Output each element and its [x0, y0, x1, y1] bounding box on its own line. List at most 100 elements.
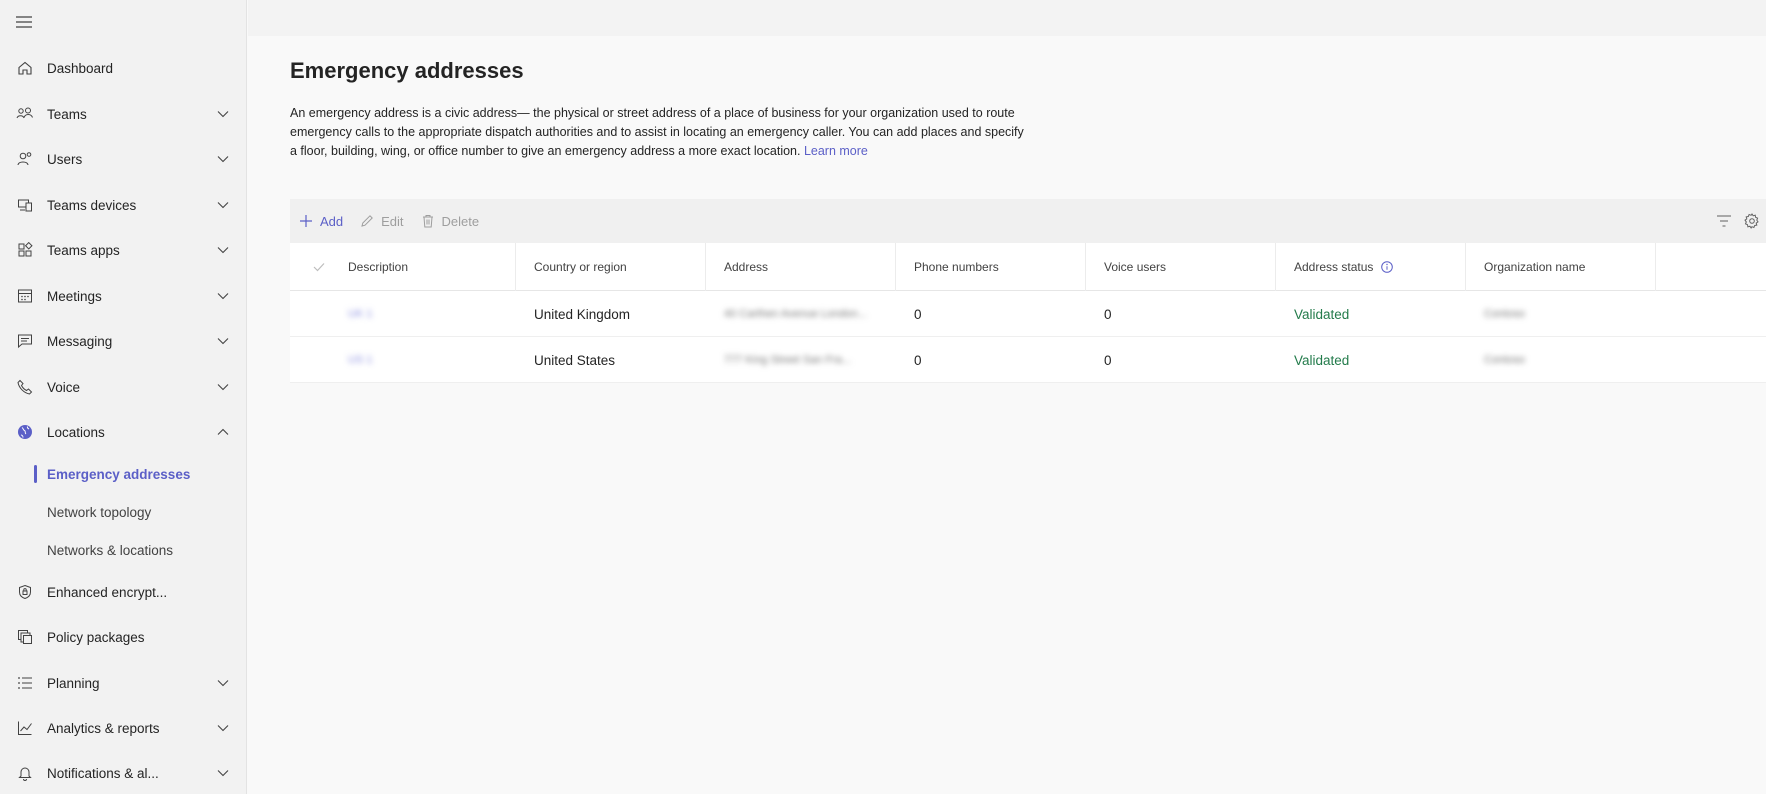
nav-label: Teams apps	[47, 242, 120, 258]
chart-icon	[16, 719, 34, 737]
page-description: An emergency address is a civic address—…	[290, 104, 1030, 161]
nav-voice[interactable]: Voice	[0, 369, 246, 405]
row-country: United States	[534, 352, 616, 368]
nav-teams-devices[interactable]: Teams devices	[0, 187, 246, 223]
column-country[interactable]: Country or region	[516, 243, 706, 291]
devices-icon	[16, 196, 34, 214]
trash-icon	[420, 213, 436, 229]
chevron-down-icon[interactable]	[217, 381, 229, 393]
chat-icon	[16, 332, 34, 350]
teams-icon	[16, 105, 34, 123]
nav-sub-label: Networks & locations	[47, 542, 174, 558]
nav-label: Policy packages	[47, 629, 145, 645]
filter-icon[interactable]	[1710, 207, 1738, 235]
edit-button[interactable]: Edit	[351, 199, 411, 243]
edit-label: Edit	[381, 213, 404, 229]
top-bar	[248, 0, 1766, 36]
gear-icon[interactable]	[1738, 207, 1766, 235]
bell-icon	[16, 764, 34, 782]
row-address: 40 Carthen Avenue London...	[706, 291, 876, 337]
column-phone-numbers[interactable]: Phone numbers	[896, 243, 1086, 291]
nav-notifications-alerts[interactable]: Notifications & al...	[0, 755, 246, 791]
chevron-down-icon[interactable]	[217, 722, 229, 734]
chevron-up-icon[interactable]	[217, 426, 229, 438]
column-description[interactable]: Description	[330, 243, 516, 291]
nav-networks-locations[interactable]: Networks & locations	[0, 535, 246, 565]
row-phone-numbers: 0	[914, 306, 922, 322]
description-link[interactable]: UK 1	[348, 308, 372, 320]
chevron-down-icon[interactable]	[217, 244, 229, 256]
emergency-addresses-table: Description Country or region Address Ph…	[290, 243, 1766, 383]
row-status-badge: Validated	[1294, 352, 1350, 368]
nav-label: Teams devices	[47, 197, 137, 213]
nav-messaging[interactable]: Messaging	[0, 323, 246, 359]
nav-teams-apps[interactable]: Teams apps	[0, 232, 246, 268]
users-icon	[16, 150, 34, 168]
nav-dashboard[interactable]: Dashboard	[0, 50, 246, 86]
chevron-down-icon[interactable]	[217, 199, 229, 211]
chevron-down-icon[interactable]	[217, 335, 229, 347]
nav-users[interactable]: Users	[0, 141, 246, 177]
row-voice-users: 0	[1104, 352, 1112, 368]
nav-enhanced-encryption[interactable]: Enhanced encrypt...	[0, 574, 246, 610]
left-navigation: Dashboard Teams Users Teams devices Team…	[0, 0, 247, 794]
chevron-down-icon[interactable]	[217, 677, 229, 689]
nav-meetings[interactable]: Meetings	[0, 278, 246, 314]
organization-text: Contoso	[1484, 308, 1525, 320]
nav-analytics-reports[interactable]: Analytics & reports	[0, 710, 246, 746]
add-button[interactable]: Add	[290, 199, 351, 243]
main-content: Emergency addresses An emergency address…	[248, 36, 1766, 794]
admin-center-app: Dashboard Teams Users Teams devices Team…	[0, 0, 1766, 794]
address-text: 40 Carthen Avenue London...	[724, 308, 867, 320]
nav-label: Voice	[47, 379, 81, 395]
chevron-down-icon[interactable]	[217, 767, 229, 779]
table-header: Description Country or region Address Ph…	[290, 243, 1766, 291]
delete-button[interactable]: Delete	[412, 199, 488, 243]
nav-planning[interactable]: Planning	[0, 665, 246, 701]
nav-sub-label: Network topology	[47, 504, 152, 520]
row-description[interactable]: US 1	[330, 337, 516, 383]
nav-label: Locations	[47, 424, 105, 440]
delete-label: Delete	[441, 213, 480, 229]
column-address-status[interactable]: Address status	[1276, 243, 1466, 291]
nav-label: Planning	[47, 675, 100, 691]
nav-label: Dashboard	[47, 60, 114, 76]
row-phone-numbers: 0	[914, 352, 922, 368]
add-label: Add	[320, 213, 344, 229]
nav-label: Analytics & reports	[47, 720, 160, 736]
learn-more-link[interactable]: Learn more	[804, 144, 868, 158]
column-address[interactable]: Address	[706, 243, 896, 291]
nav-label: Enhanced encrypt...	[47, 584, 168, 600]
column-organization-name[interactable]: Organization name	[1466, 243, 1656, 291]
chevron-down-icon[interactable]	[217, 108, 229, 120]
column-voice-users[interactable]: Voice users	[1086, 243, 1276, 291]
toolbar-right-actions	[1710, 199, 1766, 243]
chevron-down-icon[interactable]	[217, 153, 229, 165]
command-bar: Add Edit Delete	[290, 199, 1766, 243]
organization-text: Contoso	[1484, 354, 1525, 366]
table-row[interactable]: UK 1 United Kingdom 40 Carthen Avenue Lo…	[290, 291, 1766, 337]
info-icon[interactable]	[1381, 261, 1394, 273]
nav-teams[interactable]: Teams	[0, 96, 246, 132]
chevron-down-icon[interactable]	[217, 290, 229, 302]
address-text: 777 King Street San Fra...	[724, 354, 852, 366]
pencil-icon	[359, 213, 375, 229]
row-organization: Contoso	[1466, 337, 1656, 383]
hamburger-menu-icon[interactable]	[15, 14, 33, 30]
nav-emergency-addresses[interactable]: Emergency addresses	[0, 459, 246, 489]
nav-policy-packages[interactable]: Policy packages	[0, 619, 246, 655]
column-address-status-label: Address status	[1294, 260, 1374, 274]
nav-label: Notifications & al...	[47, 765, 159, 781]
nav-label: Users	[47, 151, 83, 167]
globe-icon	[16, 423, 34, 441]
calendar-icon	[16, 287, 34, 305]
table-row[interactable]: US 1 United States 777 King Street San F…	[290, 337, 1766, 383]
description-link[interactable]: US 1	[348, 354, 372, 366]
row-voice-users: 0	[1104, 306, 1112, 322]
nav-locations[interactable]: Locations	[0, 414, 246, 450]
row-description[interactable]: UK 1	[330, 291, 516, 337]
apps-icon	[16, 241, 34, 259]
plus-icon	[298, 213, 314, 229]
row-country: United Kingdom	[534, 306, 631, 322]
nav-network-topology[interactable]: Network topology	[0, 497, 246, 527]
